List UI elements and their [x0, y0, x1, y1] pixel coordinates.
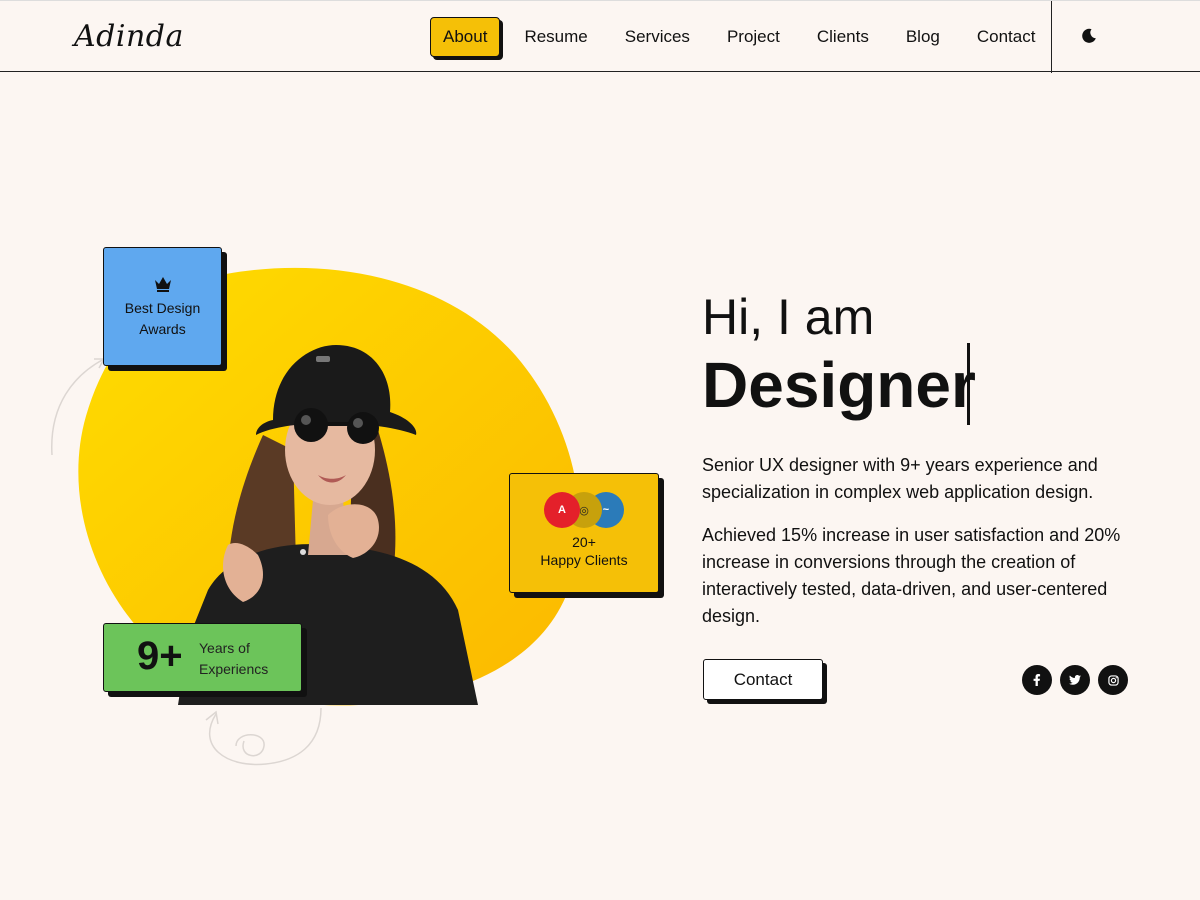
nav-item-about[interactable]: About [430, 17, 501, 57]
loop-doodle [205, 707, 322, 766]
arrow-doodle [51, 358, 106, 456]
nav-item-clients[interactable]: Clients [804, 17, 882, 57]
role-text: Designer [702, 349, 976, 421]
clients-count: 20+ [572, 534, 596, 550]
social-links [1022, 665, 1128, 695]
main-nav: About Resume Services Project Clients Bl… [430, 17, 1059, 57]
greeting-text: Hi, I am [702, 289, 875, 345]
clients-label: Happy Clients [540, 552, 628, 568]
years-label: Years of Experiencs [199, 640, 269, 677]
twitter-icon[interactable] [1060, 665, 1090, 695]
description-secondary: Achieved 15% increase in user satisfacti… [702, 525, 1121, 626]
awards-card: Best Design Awards [103, 247, 222, 366]
years-number: 9+ [137, 634, 183, 678]
site-logo[interactable]: Adinda [74, 19, 184, 54]
crown-icon [104, 276, 221, 294]
experience-card: 9+ Years of Experiencs [103, 623, 302, 692]
nav-item-blog[interactable]: Blog [893, 17, 953, 57]
moon-icon [1082, 28, 1096, 43]
awards-label: Best Design Awards [124, 300, 201, 337]
client-logo-adobe: A [544, 492, 580, 528]
site-header: Adinda About Resume Services Project Cli… [0, 0, 1200, 73]
header-divider [1051, 1, 1052, 73]
nav-item-resume[interactable]: Resume [511, 17, 600, 57]
contact-button[interactable]: Contact [703, 659, 823, 700]
description-primary: Senior UX designer with 9+ years experie… [702, 455, 1098, 502]
clients-card: A ◎ ~ 20+ Happy Clients [509, 473, 659, 593]
facebook-icon[interactable] [1022, 665, 1052, 695]
typing-caret [967, 343, 970, 425]
nav-item-contact[interactable]: Contact [964, 17, 1049, 57]
nav-item-services[interactable]: Services [612, 17, 703, 57]
client-logos: A ◎ ~ [510, 492, 658, 528]
nav-item-project[interactable]: Project [714, 17, 793, 57]
theme-toggle-button[interactable] [1076, 23, 1102, 49]
instagram-icon[interactable] [1098, 665, 1128, 695]
